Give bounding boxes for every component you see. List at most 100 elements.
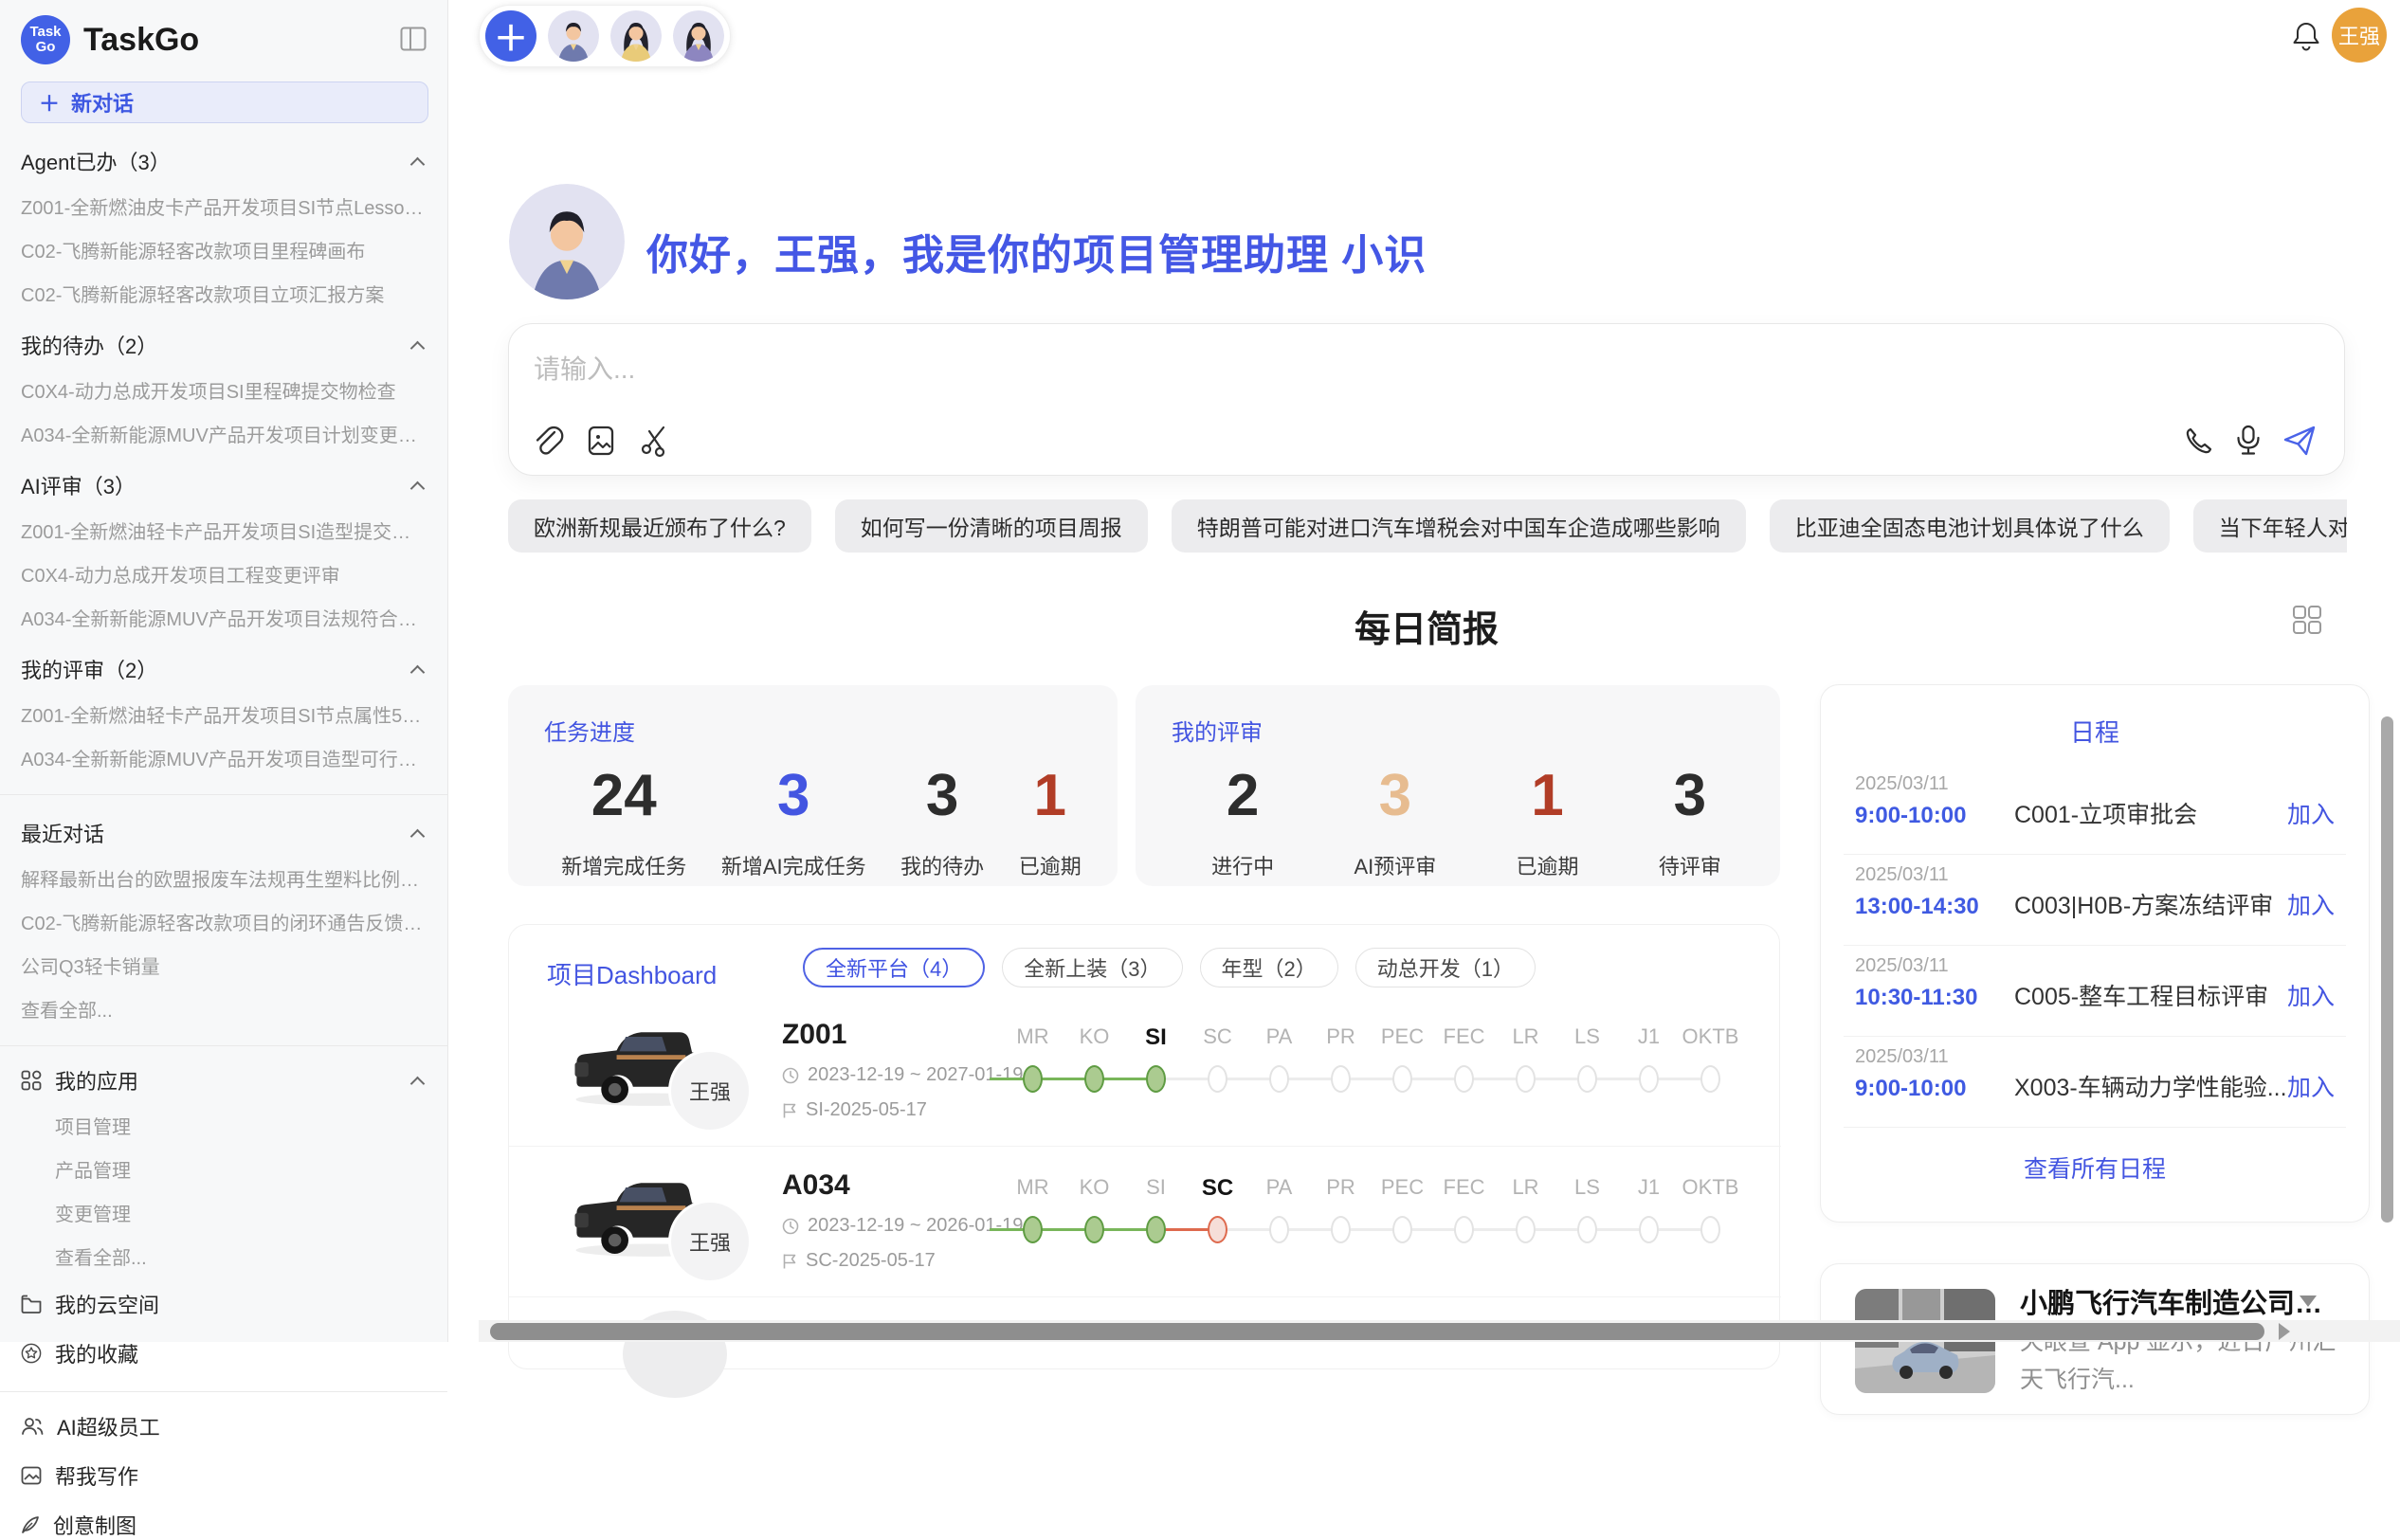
milestone-dot[interactable] — [1639, 1216, 1659, 1243]
image-icon[interactable] — [585, 424, 617, 458]
user-avatar[interactable]: 王强 — [2332, 8, 2387, 63]
app-item[interactable]: 产品管理 — [55, 1155, 428, 1183]
notification-bell-icon[interactable] — [2292, 21, 2320, 58]
assistant-avatar-3[interactable] — [673, 10, 724, 62]
milestone-dot[interactable] — [1639, 1065, 1659, 1093]
mic-icon[interactable] — [2234, 424, 2263, 458]
news-title: 小鹏飞行汽车制造公司增资 — [2020, 1281, 2342, 1321]
send-icon[interactable] — [2282, 424, 2318, 458]
milestone-dot[interactable] — [1700, 1216, 1720, 1243]
schedule-item: 2025/03/119:00-10:00C001-立项审批会加入 — [1821, 764, 2369, 845]
sidebar-item-creative-drawing[interactable]: 创意制图 — [21, 1510, 428, 1540]
sidebar-item-help-write[interactable]: 帮我写作 — [21, 1460, 428, 1491]
milestone-dot[interactable] — [1516, 1065, 1536, 1093]
join-button[interactable]: 加入 — [2287, 796, 2335, 830]
milestone-dot[interactable] — [1454, 1065, 1474, 1093]
milestone-dot[interactable] — [1269, 1216, 1289, 1243]
logo-text-bottom: Go — [36, 40, 56, 55]
sidebar-group-header[interactable]: AI评审（3） — [21, 470, 428, 500]
scroll-right-arrow[interactable] — [2279, 1323, 2290, 1340]
milestone-dot[interactable] — [1146, 1216, 1166, 1243]
sidebar-item-ai-super-staff[interactable]: AI超级员工 — [21, 1411, 428, 1441]
app-item[interactable]: 查看全部... — [55, 1242, 428, 1270]
milestone-dot[interactable] — [1392, 1065, 1412, 1093]
suggestion-chip[interactable]: 当下年轻人对汽车外观有怎样的喜好趋势 — [2193, 499, 2347, 553]
add-session-button[interactable]: ＋ — [485, 10, 536, 62]
recent-chat-item[interactable]: 解释最新出台的欧盟报废车法规再生塑料比例被调至15%... — [21, 864, 428, 892]
sidebar-task-item[interactable]: C0X4-动力总成开发项目SI里程碑提交物检查 — [21, 376, 428, 404]
recent-chats-header[interactable]: 最近对话 — [21, 818, 428, 848]
scissors-icon[interactable] — [638, 424, 672, 458]
suggestion-chip[interactable]: 比亚迪全固态电池计划具体说了什么 — [1770, 499, 2170, 553]
sidebar-item-my-apps[interactable]: 我的应用 — [21, 1065, 428, 1096]
join-button[interactable]: 加入 — [2287, 1069, 2335, 1103]
milestone-dot[interactable] — [1577, 1216, 1597, 1243]
milestone-dot[interactable] — [1269, 1065, 1289, 1093]
recent-chat-item[interactable]: C02-飞腾新能源轻客改款项目的闭环通告反馈情况 — [21, 908, 428, 935]
plus-icon: ＋ — [39, 87, 60, 118]
sidebar-group-header[interactable]: 我的待办（2） — [21, 330, 428, 360]
sidebar-task-item[interactable]: Z001-全新燃油轻卡产品开发项目SI造型提交物评审 — [21, 516, 428, 544]
sidebar-group-header[interactable]: 我的评审（2） — [21, 654, 428, 684]
sidebar-task-item[interactable]: A034-全新新能源MUV产品开发项目计划变更表编写 — [21, 420, 428, 447]
milestone-dot[interactable] — [1331, 1065, 1351, 1093]
app-item[interactable]: 变更管理 — [55, 1199, 428, 1226]
milestone-dot[interactable] — [1516, 1216, 1536, 1243]
phone-icon[interactable] — [2183, 425, 2215, 457]
sidebar-task-item[interactable]: C02-飞腾新能源轻客改款项目立项汇报方案 — [21, 280, 428, 307]
sidebar-task-item[interactable]: C02-飞腾新能源轻客改款项目里程碑画布 — [21, 236, 428, 263]
chevron-up-icon — [410, 1076, 426, 1091]
sidebar-item-cloud-space[interactable]: 我的云空间 — [21, 1289, 428, 1319]
dashboard-tab[interactable]: 年型（2） — [1200, 948, 1338, 987]
view-all-schedule-link[interactable]: 查看所有日程 — [1821, 1150, 2369, 1185]
sidebar-task-item[interactable]: Z001-全新燃油皮卡产品开发项目SI节点Lesson Learn报告 — [21, 192, 428, 220]
milestone-dot[interactable] — [1023, 1216, 1043, 1243]
project-row[interactable]: 王强A0342023-12-19 ~ 2026-01-19SC-2025-05-… — [509, 1147, 1781, 1296]
new-chat-button[interactable]: ＋ 新对话 — [21, 82, 428, 123]
sidebar-task-item[interactable]: C0X4-动力总成开发项目工程变更评审 — [21, 560, 428, 588]
assistant-avatar-large — [509, 184, 625, 299]
stat-value: 3 — [1354, 762, 1436, 829]
suggestion-chip[interactable]: 特朗普可能对进口汽车增税会对中国车企造成哪些影响 — [1172, 499, 1746, 553]
milestone-dot[interactable] — [1084, 1065, 1104, 1093]
attachment-icon[interactable] — [532, 424, 564, 458]
milestone-dot[interactable] — [1146, 1065, 1166, 1093]
join-button[interactable]: 加入 — [2287, 978, 2335, 1012]
horizontal-scrollbar[interactable] — [490, 1323, 2264, 1340]
recent-chat-item[interactable]: 公司Q3轻卡销量 — [21, 951, 428, 979]
stat-label: 待评审 — [1659, 850, 1721, 880]
sidebar-collapse-icon[interactable] — [400, 27, 427, 56]
dashboard-tab[interactable]: 全新上装（3） — [1002, 948, 1182, 987]
assistant-avatar-1[interactable] — [548, 10, 599, 62]
sidebar-task-item[interactable]: Z001-全新燃油轻卡产品开发项目SI节点属性5D文件评审 — [21, 700, 428, 728]
vertical-scrollbar[interactable] — [2381, 716, 2393, 1223]
stat-value: 1 — [1517, 762, 1579, 829]
milestone-dot[interactable] — [1084, 1216, 1104, 1243]
milestone-dot[interactable] — [1208, 1065, 1227, 1093]
milestone-dot[interactable] — [1392, 1216, 1412, 1243]
scroll-down-arrow[interactable] — [2300, 1295, 2317, 1307]
suggestion-chip[interactable]: 如何写一份清晰的项目周报 — [835, 499, 1148, 553]
milestone-dot[interactable] — [1454, 1216, 1474, 1243]
assistant-avatar-2[interactable] — [610, 10, 662, 62]
app-item[interactable]: 项目管理 — [55, 1112, 428, 1139]
project-info: Z0012023-12-19 ~ 2027-01-19SI-2025-05-17 — [782, 1019, 1023, 1121]
sidebar-task-item[interactable]: A034-全新新能源MUV产品开发项目造型可行性评审 — [21, 744, 428, 771]
project-row[interactable]: 王强Z0012023-12-19 ~ 2027-01-19SI-2025-05-… — [509, 996, 1781, 1146]
milestone-label: PEC — [1372, 1024, 1433, 1051]
layout-grid-icon[interactable] — [2292, 605, 2322, 640]
milestone-dot[interactable] — [1700, 1065, 1720, 1093]
sidebar-task-item[interactable]: A034-全新新能源MUV产品开发项目法规符合性评审 — [21, 604, 428, 631]
sidebar-item-favorites[interactable]: 我的收藏 — [21, 1338, 428, 1368]
sidebar-group-header[interactable]: Agent已办（3） — [21, 146, 428, 176]
dashboard-tab[interactable]: 全新平台（4） — [803, 948, 985, 987]
recent-chat-item[interactable]: 查看全部... — [21, 995, 428, 1023]
milestone-dot[interactable] — [1023, 1065, 1043, 1093]
suggestion-chip[interactable]: 欧洲新规最近颁布了什么? — [508, 499, 811, 553]
join-button[interactable]: 加入 — [2287, 887, 2335, 921]
milestone-dot[interactable] — [1331, 1216, 1351, 1243]
dashboard-tab[interactable]: 动总开发（1） — [1355, 948, 1536, 987]
milestone-dot[interactable] — [1208, 1216, 1227, 1243]
milestone-dot[interactable] — [1577, 1065, 1597, 1093]
chat-input[interactable] — [534, 349, 2316, 419]
